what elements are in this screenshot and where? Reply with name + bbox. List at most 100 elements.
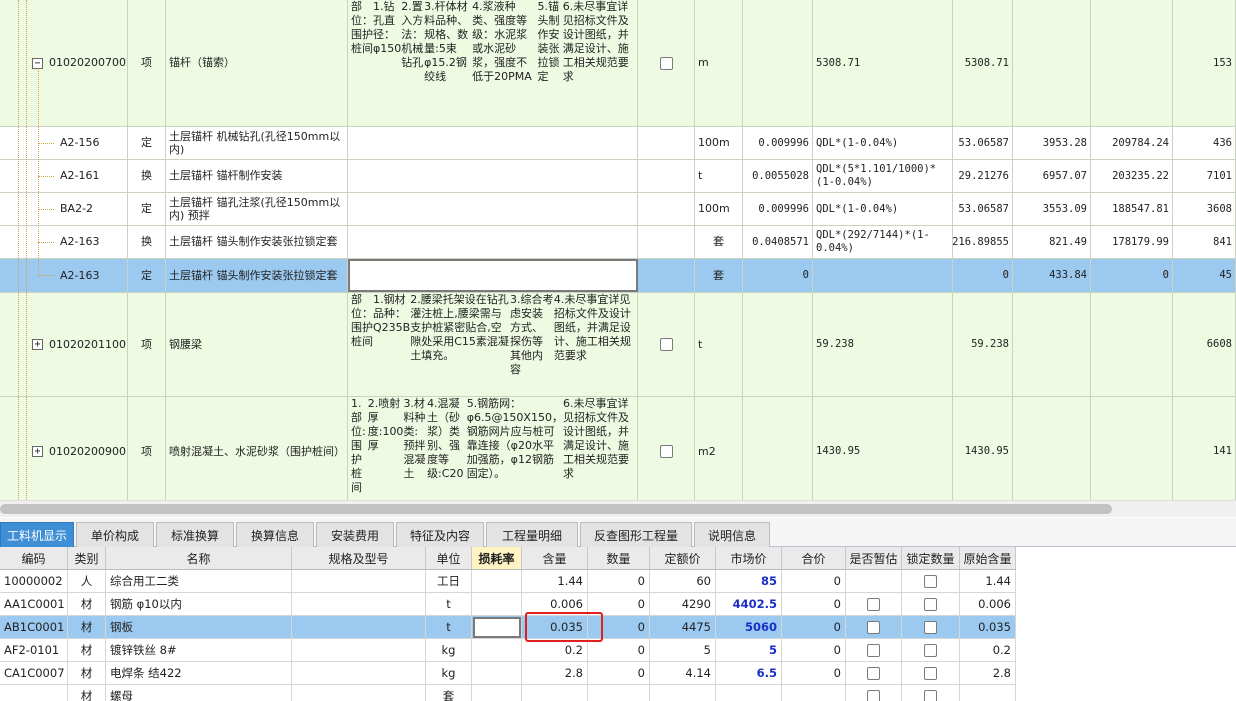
qty-expr-cell[interactable]: QDL*(1-0.04%) [813,127,953,159]
market-price-cell[interactable]: 4402.5 [716,593,782,615]
orig-cell[interactable]: 2.8 [960,662,1016,684]
loss-cell[interactable] [472,662,522,684]
unit-cell[interactable]: m [695,0,743,126]
unit-cell[interactable]: 套 [426,685,472,701]
orig-cell[interactable]: 1.44 [960,570,1016,592]
name-cell[interactable]: 喷射混凝土、水泥砂浆（围护桩间） [166,397,348,500]
tab-8[interactable]: 说明信息 [694,522,770,547]
checkbox-cell[interactable] [638,160,695,192]
market-price-cell[interactable]: 5 [716,639,782,661]
quota-row[interactable]: A2-163 定 土层锚杆 锚头制作安装张拉锁定套 套 0 0 433.84 0 45 [0,259,1236,293]
total-cell[interactable] [1091,293,1173,396]
code-cell[interactable]: AF2-0101 [0,639,68,661]
qty-cell[interactable]: 1430.95 [953,397,1013,500]
name-cell[interactable]: 锚杆（锚索） [166,0,348,126]
feature-cell[interactable]: 部位：围护桩间 1.钢材品种：Q235B 2.腰梁托架设在钻孔灌注桩上,腰梁需与支护… [348,293,638,396]
checkbox-cell[interactable] [638,193,695,225]
estimate-cell[interactable] [846,593,902,615]
content-cell[interactable]: 1.44 [522,570,588,592]
bill-item-row[interactable]: +010202011001 项 钢腰梁 部位：围护桩间 1.钢材品种：Q235B 2.腰梁… [0,293,1236,397]
spec-cell[interactable] [292,685,426,701]
content-cell[interactable] [743,293,813,396]
tail-cell[interactable]: 141 [1173,397,1236,500]
qty-cell[interactable]: 59.238 [953,293,1013,396]
tail-cell[interactable]: 7101 [1173,160,1236,192]
total-cell[interactable] [1091,397,1173,500]
unit-cell[interactable]: t [426,593,472,615]
lock-qty-cell[interactable] [902,685,960,701]
column-header[interactable]: 原始含量 [960,547,1016,569]
code-cell[interactable]: A2-163 [0,259,128,292]
qty-expr-cell[interactable] [813,259,953,292]
code-cell[interactable]: AB1C0001 [0,616,68,638]
unit-cell[interactable]: m2 [695,397,743,500]
spec-cell[interactable] [292,570,426,592]
column-header[interactable]: 定额价 [650,547,716,569]
bill-item-row[interactable]: +010202009001 项喷射混凝土、水泥砂浆（围护桩间） 1.部位:围护桩间 2… [0,397,1236,500]
feature-cell[interactable]: 1.部位:围护桩间 2.喷射厚度:100厚 3.材料种类:预拌混凝土 4.混凝土（砂浆… [348,397,638,500]
checkbox-cell[interactable] [638,293,695,396]
total-cell[interactable]: 0 [782,639,846,661]
unit-cell[interactable]: kg [426,662,472,684]
column-header[interactable]: 合价 [782,547,846,569]
unit-cell[interactable]: 100m [695,193,743,225]
content-cell[interactable]: 0.0055028 [743,160,813,192]
name-cell[interactable]: 土层锚杆 锚头制作安装张拉锁定套 [166,259,348,292]
column-header[interactable]: 锁定数量 [902,547,960,569]
code-cell[interactable]: −010202007002 [0,0,128,126]
orig-cell[interactable]: 0.006 [960,593,1016,615]
lock-qty-checkbox[interactable] [924,620,937,634]
expand-icon[interactable]: + [32,339,43,350]
estimate-cell[interactable] [846,662,902,684]
unit-cell[interactable]: 工日 [426,570,472,592]
code-cell[interactable] [0,685,68,701]
name-cell[interactable]: 螺母 [106,685,292,701]
quota-price-cell[interactable]: 4475 [650,616,716,638]
unit-cell[interactable]: t [426,616,472,638]
orig-cell[interactable] [960,685,1016,701]
total-cell[interactable] [782,685,846,701]
price-cell[interactable]: 3553.09 [1013,193,1091,225]
column-header[interactable]: 损耗率 [472,547,522,569]
kind-cell[interactable]: 项 [128,0,166,126]
quota-row[interactable]: A2-156 定 土层锚杆 机械钻孔(孔径150mm以内) 100m 0.009996 Q… [0,127,1236,160]
estimate-cell[interactable] [846,570,902,592]
loss-rate-edit-box[interactable] [472,616,521,638]
tab-0[interactable]: 工料机显示 [0,522,74,547]
feature-edit-box[interactable] [348,259,638,292]
qty-cell[interactable]: 216.89855 [953,226,1013,258]
column-header[interactable]: 含量 [522,547,588,569]
price-cell[interactable]: 3953.28 [1013,127,1091,159]
code-cell[interactable]: +010202009001 [0,397,128,500]
orig-cell[interactable]: 0.2 [960,639,1016,661]
row-checkbox[interactable] [659,338,673,351]
kind-cell[interactable]: 材 [68,616,106,638]
name-cell[interactable]: 钢筋 φ10以内 [106,593,292,615]
expand-icon[interactable]: + [32,446,43,457]
name-cell[interactable]: 钢板 [106,616,292,638]
qty-cell[interactable]: 0 [588,639,650,661]
qty-cell[interactable]: 5308.71 [953,0,1013,126]
column-header[interactable]: 市场价 [716,547,782,569]
resource-row[interactable]: AF2-0101 材 镀锌铁丝 8# kg 0.2 0 5 5 0 0.2 [0,639,1016,662]
content-cell[interactable]: 0.009996 [743,193,813,225]
loss-rate-input[interactable] [472,616,522,638]
total-cell[interactable]: 203235.22 [1091,160,1173,192]
market-price-cell[interactable] [716,685,782,701]
quota-price-cell[interactable]: 4.14 [650,662,716,684]
resource-row[interactable]: 10000002 人 综合用工二类 工日 1.44 0 60 85 0 1.44 [0,570,1016,593]
checkbox-cell[interactable] [638,259,695,292]
content-cell[interactable]: 0.2 [522,639,588,661]
name-cell[interactable]: 镀锌铁丝 8# [106,639,292,661]
lock-qty-cell[interactable] [902,639,960,661]
price-cell[interactable] [1013,397,1091,500]
unit-cell[interactable]: t [695,160,743,192]
scrollbar-thumb[interactable] [0,504,1112,514]
feature-cell[interactable] [348,160,638,192]
name-cell[interactable]: 土层锚杆 锚杆制作安装 [166,160,348,192]
price-cell[interactable]: 821.49 [1013,226,1091,258]
column-header[interactable]: 规格及型号 [292,547,426,569]
name-cell[interactable]: 土层锚杆 锚头制作安装张拉锁定套 [166,226,348,258]
lock-qty-cell[interactable] [902,593,960,615]
estimate-checkbox[interactable] [867,643,880,657]
